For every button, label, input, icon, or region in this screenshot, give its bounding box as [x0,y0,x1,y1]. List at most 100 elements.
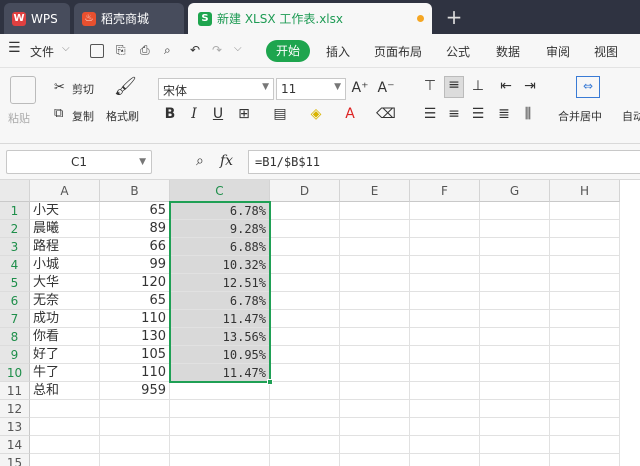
print-preview-icon[interactable]: ⌕ [164,43,171,58]
table-cell[interactable] [410,328,480,346]
table-cell[interactable] [340,436,410,454]
table-cell[interactable] [270,202,340,220]
conditional-format-icon[interactable]: ▤ [270,106,290,122]
table-cell[interactable] [550,400,620,418]
table-cell[interactable] [550,202,620,220]
table-cell[interactable] [410,400,480,418]
font-size-select[interactable]: 11 ▼ [276,78,346,100]
column-header[interactable]: H [550,180,620,202]
column-header[interactable]: E [340,180,410,202]
table-cell[interactable]: 66 [100,238,170,256]
table-cell[interactable]: 6.78% [170,292,270,310]
table-cell[interactable] [270,328,340,346]
print-icon[interactable]: ⎙ [140,43,150,58]
bold-icon[interactable]: B [160,106,180,122]
border-icon[interactable]: ⊞ [234,106,254,122]
table-cell[interactable] [480,274,550,292]
table-cell[interactable] [550,310,620,328]
table-cell[interactable] [100,436,170,454]
column-header[interactable]: F [410,180,480,202]
distribute-icon[interactable]: ⫼ [518,106,538,122]
table-cell[interactable]: 105 [100,346,170,364]
tab-wps[interactable]: W WPS [4,3,70,34]
increase-font-icon[interactable]: A⁺ [350,80,370,96]
table-cell[interactable] [550,364,620,382]
menu-file[interactable]: 文件 [30,43,54,60]
copy-icon[interactable]: ⧉ [54,106,63,121]
chevron-down-icon[interactable]: ⌵ [62,43,70,54]
table-cell[interactable] [340,400,410,418]
table-cell[interactable] [170,418,270,436]
table-cell[interactable] [480,328,550,346]
table-cell[interactable]: 成功 [30,310,100,328]
paste-icon[interactable] [10,76,36,104]
table-cell[interactable] [170,436,270,454]
table-cell[interactable] [410,256,480,274]
row-header[interactable]: 1 [0,202,30,220]
formula-input[interactable]: =B1/$B$11 [248,150,640,174]
export-icon[interactable]: ⎘ [116,43,126,58]
align-left-icon[interactable]: ☰ [420,106,440,122]
table-cell[interactable]: 10.95% [170,346,270,364]
table-cell[interactable] [480,256,550,274]
table-cell[interactable] [410,382,480,400]
table-cell[interactable]: 110 [100,364,170,382]
table-cell[interactable] [480,436,550,454]
redo-icon[interactable]: ↷ [212,43,222,57]
table-cell[interactable] [100,418,170,436]
table-cell[interactable] [410,238,480,256]
undo-icon[interactable]: ↶ [190,43,200,57]
table-cell[interactable]: 11.47% [170,310,270,328]
row-header[interactable]: 11 [0,382,30,400]
tab-document[interactable]: S 新建 XLSX 工作表.xlsx [188,3,432,34]
row-header[interactable]: 4 [0,256,30,274]
table-cell[interactable] [410,310,480,328]
menu-data[interactable]: 数据 [496,43,520,60]
merge-center-icon[interactable]: ⇔ [576,76,600,98]
table-cell[interactable] [480,292,550,310]
eraser-icon[interactable]: ⌫ [376,106,396,122]
table-cell[interactable] [480,346,550,364]
table-cell[interactable] [340,220,410,238]
row-header[interactable]: 15 [0,454,30,466]
table-cell[interactable] [410,292,480,310]
table-cell[interactable] [270,382,340,400]
table-cell[interactable]: 9.28% [170,220,270,238]
table-cell[interactable]: 晨曦 [30,220,100,238]
row-header[interactable]: 2 [0,220,30,238]
indent-increase-icon[interactable]: ⇥ [520,78,540,94]
table-cell[interactable] [550,382,620,400]
table-cell[interactable] [30,454,100,466]
table-cell[interactable] [170,454,270,466]
table-cell[interactable] [410,220,480,238]
table-cell[interactable] [410,436,480,454]
column-header[interactable]: G [480,180,550,202]
scissors-icon[interactable]: ✂ [54,80,65,95]
indent-decrease-icon[interactable]: ⇤ [496,78,516,94]
table-cell[interactable] [270,292,340,310]
underline-icon[interactable]: U [208,106,228,122]
row-header[interactable]: 5 [0,274,30,292]
align-top-icon[interactable]: ⊤ [420,78,440,94]
justify-icon[interactable]: ≣ [494,106,514,122]
table-cell[interactable]: 牛了 [30,364,100,382]
table-cell[interactable]: 好了 [30,346,100,364]
table-cell[interactable] [410,346,480,364]
row-header[interactable]: 6 [0,292,30,310]
table-cell[interactable]: 6.88% [170,238,270,256]
table-cell[interactable] [410,274,480,292]
align-middle-icon[interactable]: ≡ [444,76,464,98]
table-cell[interactable]: 大华 [30,274,100,292]
row-header[interactable]: 8 [0,328,30,346]
table-cell[interactable] [480,238,550,256]
table-cell[interactable] [270,238,340,256]
fill-color-icon[interactable]: ◈ [306,106,326,122]
table-cell[interactable] [340,328,410,346]
table-cell[interactable] [550,256,620,274]
table-cell[interactable] [480,418,550,436]
table-cell[interactable] [550,436,620,454]
table-cell[interactable]: 11.47% [170,364,270,382]
menu-page-layout[interactable]: 页面布局 [374,43,422,60]
table-cell[interactable]: 99 [100,256,170,274]
column-header[interactable]: A [30,180,100,202]
